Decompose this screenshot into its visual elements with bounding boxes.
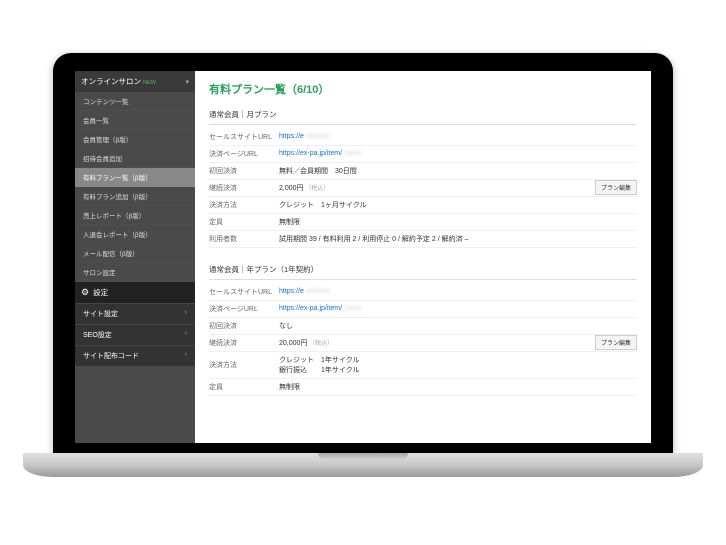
- muted-note: （税込）: [304, 186, 330, 192]
- plan-block: 通常会員｜年プラン（1年契約）セールスサイトURLhttps://exxxxxx…: [209, 260, 637, 396]
- plan-block: 通常会員｜月プランセールスサイトURLhttps://exxxxxxx決済ページ…: [209, 105, 637, 248]
- blurred-text: xxxxxxx: [306, 288, 331, 295]
- plan-row: 初回決済無料／会員期間 30日間: [209, 163, 637, 180]
- plan-row: 継続決済20,000円 （税込）プラン編集: [209, 335, 637, 352]
- chevron-right-icon: ›: [185, 330, 187, 340]
- laptop-base: [23, 453, 703, 477]
- settings-item-label: SEO設定: [83, 330, 112, 340]
- plan-edit-button[interactable]: プラン編集: [595, 335, 637, 350]
- settings-item[interactable]: サイト配布コード ›: [75, 345, 195, 366]
- plan-row: 定員無制限: [209, 214, 637, 231]
- plan-row-label: 定員: [209, 217, 279, 227]
- screen-bezel: オンラインサロン NEW コンテンツ一覧会員一覧会員管理（β版）招待会員追加有料…: [53, 53, 673, 453]
- plan-row-value: https://exxxxxxx: [279, 133, 637, 140]
- plan-row: セールスサイトURLhttps://exxxxxxx: [209, 284, 637, 301]
- sidebar-item[interactable]: 招待会員追加: [75, 149, 195, 168]
- chevron-down-icon: [182, 77, 189, 86]
- plan-row-label: 利用者数: [209, 234, 279, 244]
- plan-row-label: 初回決済: [209, 321, 279, 331]
- plan-row-value: https://ex-pa.jp/item/xxxxx: [279, 305, 637, 312]
- plan-row-value: クレジット 1ヶ月サイクル: [279, 200, 637, 210]
- plan-section-title: 通常会員｜年プラン（1年契約）: [209, 260, 637, 280]
- plan-row-value: 2,000円 （税込）: [279, 183, 637, 193]
- chevron-right-icon: ›: [185, 309, 187, 319]
- url-link[interactable]: https://ex-pa.jp/item/: [279, 305, 342, 312]
- plan-row-label: 決済ページURL: [209, 304, 279, 314]
- sidebar-item[interactable]: コンテンツ一覧: [75, 92, 195, 111]
- plan-edit-button[interactable]: プラン編集: [595, 180, 637, 195]
- plan-row-label: 定員: [209, 382, 279, 392]
- muted-note: （税込）: [307, 341, 333, 347]
- plan-row-label: 決済ページURL: [209, 149, 279, 159]
- blurred-text: xxxxx: [344, 305, 362, 312]
- app-screen: オンラインサロン NEW コンテンツ一覧会員一覧会員管理（β版）招待会員追加有料…: [75, 71, 651, 443]
- plan-row-value: https://exxxxxxx: [279, 288, 637, 295]
- settings-item[interactable]: サイト設定 ›: [75, 303, 195, 324]
- plan-row-label: セールスサイトURL: [209, 132, 279, 142]
- plan-section-title: 通常会員｜月プラン: [209, 105, 637, 125]
- plan-row-label: 継続決済: [209, 338, 279, 348]
- gear-icon: [81, 287, 89, 298]
- sidebar-item[interactable]: 会員管理（β版）: [75, 130, 195, 149]
- plan-row-value: https://ex-pa.jp/item/xxxxx: [279, 150, 637, 157]
- plan-row-label: 決済方法: [209, 360, 279, 370]
- sidebar-item[interactable]: 売上レポート（β版）: [75, 206, 195, 225]
- plan-row: 決済方法クレジット 1年サイクル銀行振込 1年サイクル: [209, 352, 637, 379]
- blurred-text: xxxxxxx: [306, 133, 331, 140]
- plan-row-label: 継続決済: [209, 183, 279, 193]
- blurred-text: xxxxx: [344, 150, 362, 157]
- sidebar-section-header[interactable]: オンラインサロン NEW: [75, 71, 195, 92]
- sidebar-item[interactable]: 有料プラン追加（β版）: [75, 187, 195, 206]
- plan-row-label: セールスサイトURL: [209, 287, 279, 297]
- laptop-frame: オンラインサロン NEW コンテンツ一覧会員一覧会員管理（β版）招待会員追加有料…: [23, 53, 703, 493]
- plan-row-value: 20,000円 （税込）: [279, 338, 637, 348]
- plan-row-value: 無料／会員期間 30日間: [279, 166, 637, 176]
- sidebar-item[interactable]: 有料プラン一覧（β版）: [75, 168, 195, 187]
- plan-row-label: 決済方法: [209, 200, 279, 210]
- new-badge: NEW: [143, 80, 156, 86]
- sidebar-item[interactable]: 会員一覧: [75, 111, 195, 130]
- url-link[interactable]: https://e: [279, 133, 304, 140]
- plan-row-value: クレジット 1年サイクル銀行振込 1年サイクル: [279, 355, 637, 375]
- sidebar-item[interactable]: 入退会レポート（β版）: [75, 225, 195, 244]
- settings-item[interactable]: SEO設定 ›: [75, 324, 195, 345]
- plan-row-value: なし: [279, 321, 637, 331]
- plan-row: 利用者数試用期間 39 / 有料利用 2 / 利用停止 0 / 解約予定 2 /…: [209, 231, 637, 248]
- plan-row: 決済方法クレジット 1ヶ月サイクル: [209, 197, 637, 214]
- settings-item-label: サイト配布コード: [83, 351, 139, 361]
- url-link[interactable]: https://ex-pa.jp/item/: [279, 150, 342, 157]
- plan-row: 定員無制限: [209, 379, 637, 396]
- settings-header: 設定: [75, 282, 195, 303]
- plan-row: 初回決済なし: [209, 318, 637, 335]
- plan-row: セールスサイトURLhttps://exxxxxxx: [209, 129, 637, 146]
- url-link[interactable]: https://e: [279, 288, 304, 295]
- plan-row-value: 無制限: [279, 382, 637, 392]
- plan-row: 決済ページURLhttps://ex-pa.jp/item/xxxxx: [209, 301, 637, 318]
- sidebar: オンラインサロン NEW コンテンツ一覧会員一覧会員管理（β版）招待会員追加有料…: [75, 71, 195, 443]
- plan-row: 決済ページURLhttps://ex-pa.jp/item/xxxxx: [209, 146, 637, 163]
- plan-row-value: 無制限: [279, 217, 637, 227]
- settings-header-label: 設定: [93, 287, 108, 298]
- plan-row-label: 初回決済: [209, 166, 279, 176]
- settings-item-label: サイト設定: [83, 309, 118, 319]
- sidebar-item[interactable]: サロン設定: [75, 263, 195, 282]
- sidebar-item[interactable]: メール配信（β版）: [75, 244, 195, 263]
- page-title: 有料プラン一覧（6/10）: [209, 81, 637, 97]
- main-content: 有料プラン一覧（6/10） 通常会員｜月プランセールスサイトURLhttps:/…: [195, 71, 651, 443]
- chevron-right-icon: ›: [185, 351, 187, 361]
- plan-row: 継続決済2,000円 （税込）プラン編集: [209, 180, 637, 197]
- sidebar-header-label: オンラインサロン: [81, 77, 141, 86]
- plan-row-value: 試用期間 39 / 有料利用 2 / 利用停止 0 / 解約予定 2 / 解約済…: [279, 234, 637, 244]
